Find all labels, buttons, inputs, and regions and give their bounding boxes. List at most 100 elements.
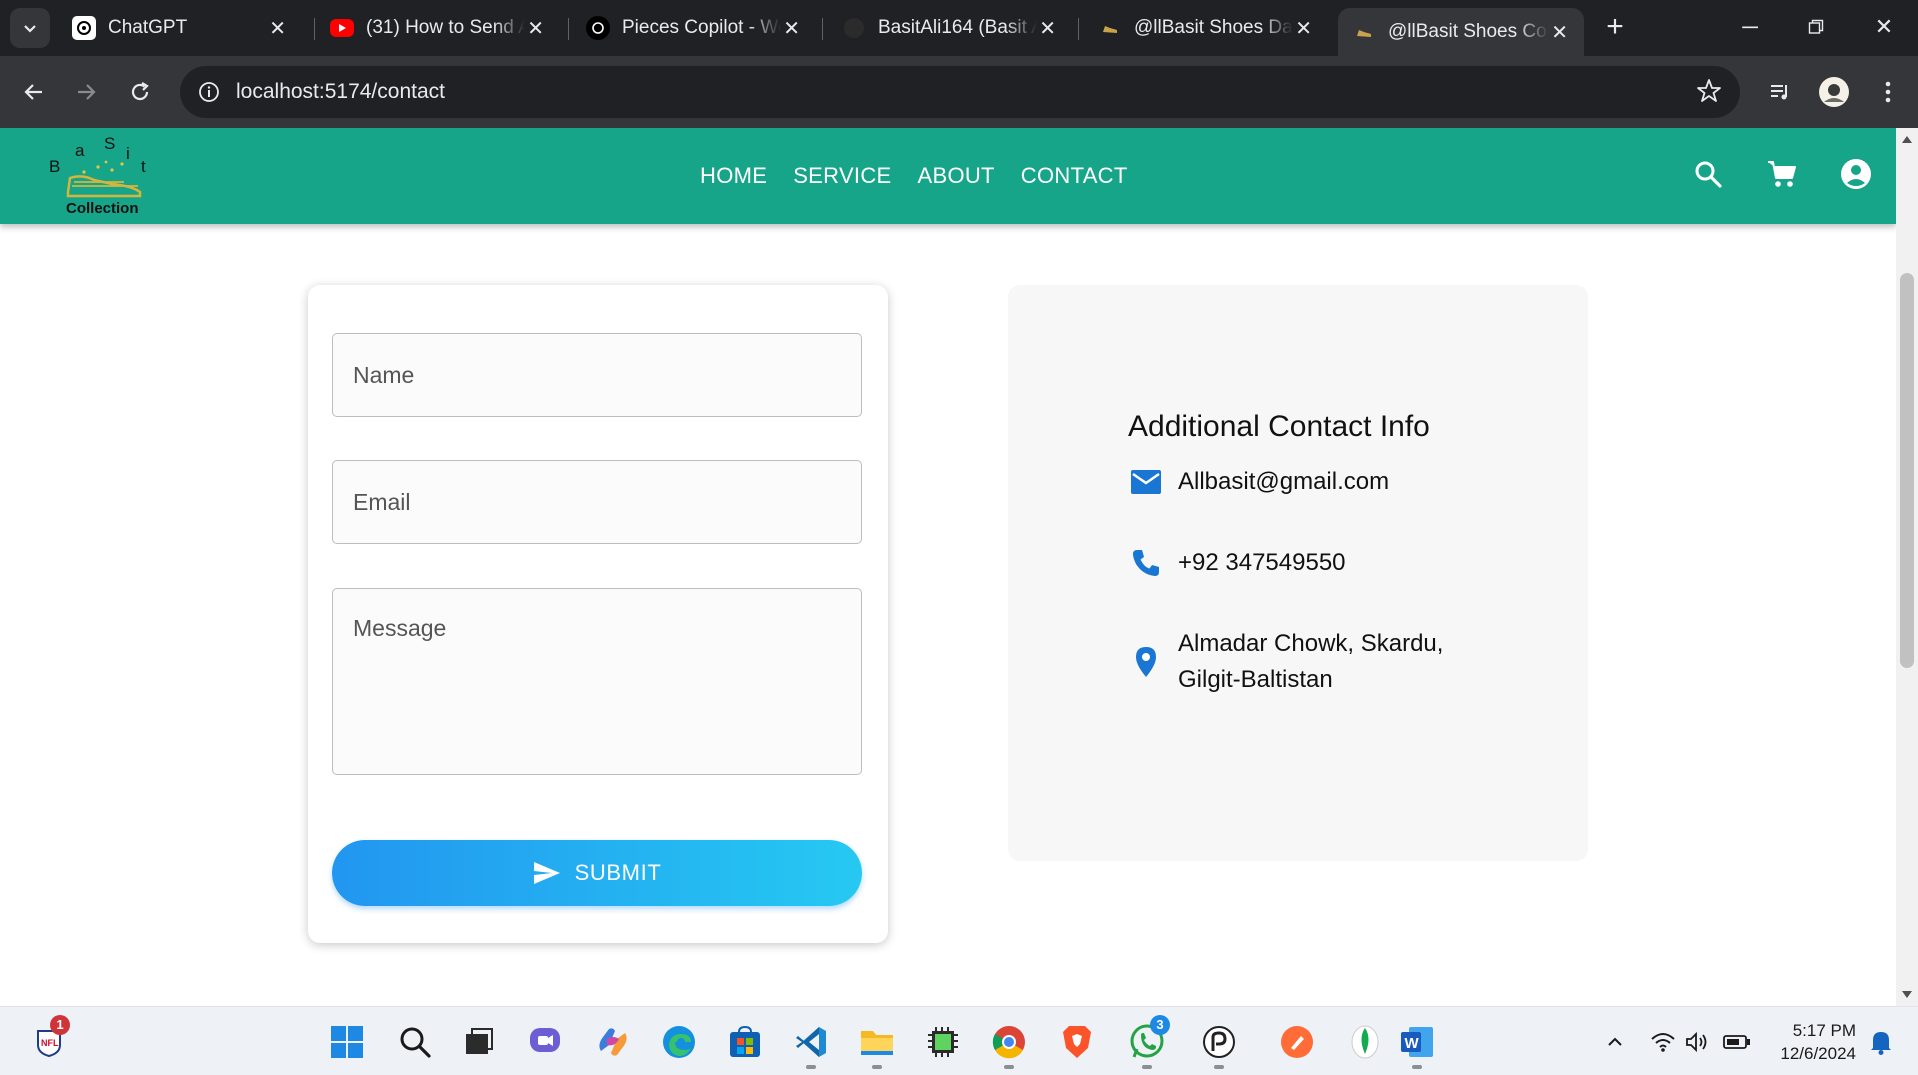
search-icon[interactable] — [1688, 154, 1728, 194]
chevron-up-icon — [1608, 1037, 1622, 1046]
nav-home[interactable]: HOME — [700, 163, 767, 189]
new-tab-button[interactable]: + — [1598, 10, 1632, 44]
running-indicator — [1004, 1065, 1014, 1069]
reload-icon — [131, 82, 149, 101]
account-circle-icon[interactable] — [1836, 154, 1876, 194]
reload-button[interactable] — [120, 72, 160, 112]
tab-youtube[interactable]: (31) How to Send Anything ✕ — [316, 8, 560, 48]
close-window-button[interactable]: ✕ — [1854, 10, 1914, 44]
profile-avatar[interactable] — [1814, 72, 1854, 112]
bell-icon — [1871, 1032, 1891, 1055]
store-icon — [730, 1025, 760, 1057]
contact-email[interactable]: Allbasit@gmail.com — [1178, 464, 1389, 500]
tab-title: @llBasit Shoes Dashboard — [1134, 17, 1293, 38]
address-bar[interactable]: localhost:5174/contact — [180, 66, 1740, 118]
volume-status[interactable] — [1676, 1021, 1718, 1063]
battery-status[interactable] — [1716, 1021, 1758, 1063]
pieces-icon — [586, 16, 610, 40]
chatgpt-icon — [72, 16, 96, 40]
ms-store-button[interactable] — [724, 1021, 766, 1063]
contact-phone[interactable]: +92 347549550 — [1178, 545, 1346, 581]
close-icon[interactable]: ✕ — [1549, 20, 1570, 45]
tab-chatgpt[interactable]: ChatGPT ✕ — [58, 8, 302, 48]
arrow-right-icon — [78, 84, 96, 100]
shoe-logo-icon — [1098, 16, 1122, 40]
site-logo[interactable]: B a S i t Collection — [40, 134, 170, 220]
vscode-button[interactable] — [790, 1021, 832, 1063]
page-scrollbar[interactable] — [1896, 128, 1918, 1006]
chrome-icon — [992, 1026, 1025, 1059]
back-button[interactable] — [14, 72, 54, 112]
name-input[interactable] — [332, 333, 862, 417]
site-info-icon[interactable] — [194, 77, 224, 107]
edge-icon — [663, 1026, 695, 1058]
taskbar-search-button[interactable] — [394, 1021, 436, 1063]
notifications-button[interactable] — [1860, 1021, 1902, 1063]
word-button[interactable]: W — [1396, 1021, 1438, 1063]
chrome-button[interactable] — [988, 1021, 1030, 1063]
contact-info-card: Additional Contact Info Allbasit@gmail.c… — [1008, 285, 1588, 861]
contact-info-title: Additional Contact Info — [1128, 410, 1430, 443]
shoe-logo-icon — [1352, 20, 1376, 44]
brave-button[interactable] — [1056, 1021, 1098, 1063]
forward-button[interactable] — [66, 72, 106, 112]
start-button[interactable] — [326, 1021, 368, 1063]
file-explorer-button[interactable] — [856, 1021, 898, 1063]
media-controls-button[interactable] — [1760, 72, 1800, 112]
nfl-widget-icon[interactable]: NFL 1 — [28, 1015, 70, 1063]
close-icon[interactable]: ✕ — [1293, 16, 1314, 41]
mongodb-compass-button[interactable] — [1344, 1021, 1386, 1063]
chevron-down-icon — [24, 25, 36, 33]
browser-toolbar: localhost:5174/contact — [0, 56, 1918, 128]
message-input[interactable] — [332, 588, 862, 775]
edge-button[interactable] — [658, 1021, 700, 1063]
close-icon[interactable]: ✕ — [781, 16, 802, 41]
scroll-up-icon[interactable] — [1902, 136, 1912, 143]
nfl-badge: 1 — [50, 1015, 70, 1035]
submit-button[interactable]: SUBMIT — [332, 840, 862, 906]
scroll-down-icon[interactable] — [1902, 991, 1912, 998]
bookmark-star-icon[interactable] — [1696, 78, 1722, 109]
tab-github[interactable]: BasitAli164 (Basit Ali) ✕ — [828, 8, 1072, 48]
nav-service[interactable]: SERVICE — [793, 163, 891, 189]
tab-pieces[interactable]: Pieces Copilot - Web ✕ — [572, 8, 816, 48]
browser-menu-button[interactable] — [1868, 72, 1908, 112]
show-hidden-icons-button[interactable] — [1594, 1021, 1636, 1063]
logo-caption: Collection — [66, 200, 139, 217]
tab-collection-active[interactable]: @llBasit Shoes Collection ✕ — [1338, 8, 1584, 56]
nav-about[interactable]: ABOUT — [918, 163, 995, 189]
browser-tab-strip: ChatGPT ✕ (31) How to Send Anything ✕ Pi… — [0, 0, 1918, 56]
restore-button[interactable] — [1786, 10, 1846, 44]
speaker-icon — [1686, 1031, 1707, 1053]
task-view-button[interactable] — [458, 1021, 500, 1063]
cart-icon[interactable] — [1762, 154, 1802, 194]
whatsapp-button[interactable]: 3 — [1126, 1015, 1170, 1063]
tab-separator — [822, 18, 823, 40]
windows-start-icon — [331, 1026, 363, 1058]
main-nav: HOME SERVICE ABOUT CONTACT — [700, 128, 1128, 224]
postman-button[interactable] — [1276, 1021, 1318, 1063]
address-url[interactable]: localhost:5174/contact — [236, 66, 445, 118]
minimize-button[interactable]: ─ — [1720, 10, 1780, 44]
tab-separator — [1078, 18, 1079, 40]
close-icon[interactable]: ✕ — [1037, 16, 1058, 41]
location-pin-icon — [1128, 644, 1164, 680]
close-icon[interactable]: ✕ — [267, 16, 288, 41]
scrollbar-thumb[interactable] — [1900, 273, 1914, 668]
system-clock[interactable]: 5:17 PM 12/6/2024 — [1780, 1019, 1856, 1065]
tab-dashboard[interactable]: @llBasit Shoes Dashboard ✕ — [1084, 8, 1328, 48]
tab-title: Pieces Copilot - Web — [622, 17, 782, 38]
clock-date: 12/6/2024 — [1780, 1044, 1856, 1063]
copilot-button[interactable] — [592, 1021, 634, 1063]
contact-form: SUBMIT — [308, 285, 888, 943]
chip-app-button[interactable] — [922, 1021, 964, 1063]
playlist-icon — [1771, 85, 1787, 100]
close-icon[interactable]: ✕ — [525, 16, 546, 41]
running-indicator — [1412, 1065, 1422, 1069]
teams-chat-button[interactable] — [524, 1021, 566, 1063]
pieces-button[interactable] — [1198, 1021, 1240, 1063]
tab-search-button[interactable] — [10, 8, 50, 48]
email-input[interactable] — [332, 460, 862, 544]
nav-contact[interactable]: CONTACT — [1021, 163, 1128, 189]
running-indicator — [1142, 1065, 1152, 1069]
